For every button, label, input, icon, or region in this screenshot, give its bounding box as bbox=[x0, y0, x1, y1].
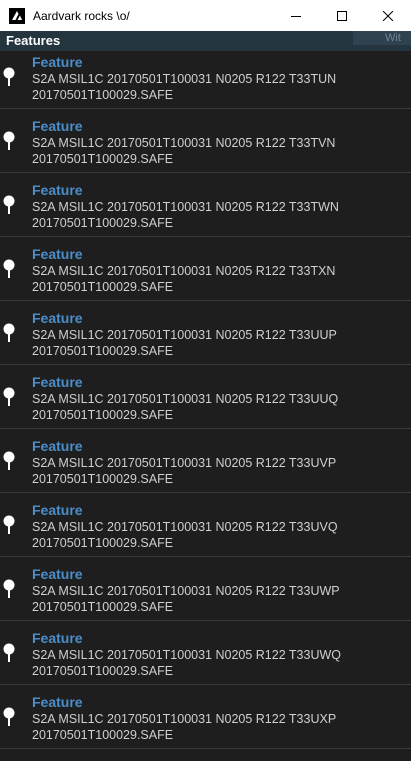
feature-description: S2A MSIL1C 20170501T100031 N0205 R122 T3… bbox=[32, 392, 339, 422]
feature-description: S2A MSIL1C 20170501T100031 N0205 R122 T3… bbox=[32, 520, 338, 550]
feature-description: S2A MSIL1C 20170501T100031 N0205 R122 T3… bbox=[32, 456, 336, 486]
window-title: Aardvark rocks \o/ bbox=[33, 8, 130, 23]
feature-list-item[interactable]: Feature S2A MSIL1C 20170501T100031 N0205… bbox=[0, 109, 411, 173]
map-pin-icon bbox=[3, 195, 15, 214]
minimize-icon bbox=[291, 15, 301, 17]
app-window: Aardvark rocks \o/ Features Wit Feature bbox=[0, 0, 411, 761]
feature-list-item[interactable]: Feature S2A MSIL1C 20170501T100031 N0205… bbox=[0, 301, 411, 365]
map-pin-icon bbox=[3, 579, 15, 598]
map-pin-icon bbox=[3, 515, 15, 534]
feature-description: S2A MSIL1C 20170501T100031 N0205 R122 T3… bbox=[32, 712, 336, 742]
map-pin-icon bbox=[3, 131, 15, 150]
feature-name[interactable]: Feature bbox=[32, 374, 407, 391]
map-pin-icon bbox=[3, 643, 15, 662]
feature-name[interactable]: Feature bbox=[32, 310, 407, 327]
feature-list-item[interactable]: Feature S2A MSIL1C 20170501T100031 N0205… bbox=[0, 51, 411, 109]
feature-name[interactable]: Feature bbox=[32, 630, 407, 647]
maximize-icon bbox=[337, 10, 347, 21]
feature-description: S2A MSIL1C 20170501T100031 N0205 R122 T3… bbox=[32, 136, 336, 166]
feature-name[interactable]: Feature bbox=[32, 118, 407, 135]
feature-list-item[interactable]: Feature S2A MSIL1C 20170501T100031 N0205… bbox=[0, 621, 411, 685]
map-pin-icon bbox=[3, 323, 15, 342]
maximize-button[interactable] bbox=[319, 0, 365, 31]
features-header: Features Wit bbox=[0, 31, 411, 51]
feature-list-item[interactable]: Feature S2A MSIL1C 20170501T100031 N0205… bbox=[0, 493, 411, 557]
feature-list-item[interactable]: Feature S2A MSIL1C 20170501T100031 N0205… bbox=[0, 365, 411, 429]
map-pin-icon bbox=[3, 707, 15, 726]
feature-description: S2A MSIL1C 20170501T100031 N0205 R122 T3… bbox=[32, 328, 337, 358]
close-icon bbox=[383, 10, 393, 21]
title-bar[interactable]: Aardvark rocks \o/ bbox=[0, 0, 411, 31]
ghost-tab[interactable]: Wit bbox=[353, 31, 411, 45]
minimize-button[interactable] bbox=[273, 0, 319, 31]
feature-list-item[interactable]: Feature S2A MSIL1C 20170501T100031 N0205… bbox=[0, 173, 411, 237]
feature-description: S2A MSIL1C 20170501T100031 N0205 R122 T3… bbox=[32, 264, 336, 294]
map-pin-icon bbox=[3, 387, 15, 406]
close-button[interactable] bbox=[365, 0, 411, 31]
feature-name[interactable]: Feature bbox=[32, 566, 407, 583]
feature-description: S2A MSIL1C 20170501T100031 N0205 R122 T3… bbox=[32, 584, 340, 614]
feature-list-item[interactable]: Feature S2A MSIL1C 20170501T100031 N0205… bbox=[0, 685, 411, 749]
feature-list-item[interactable]: Feature S2A MSIL1C 20170501T100031 N0205… bbox=[0, 429, 411, 493]
feature-name[interactable]: Feature bbox=[32, 502, 407, 519]
panel-title: Features bbox=[6, 33, 61, 48]
feature-description: S2A MSIL1C 20170501T100031 N0205 R122 T3… bbox=[32, 200, 339, 230]
feature-list[interactable]: Feature S2A MSIL1C 20170501T100031 N0205… bbox=[0, 51, 411, 761]
feature-name[interactable]: Feature bbox=[32, 54, 407, 71]
app-logo-icon bbox=[9, 7, 25, 24]
feature-list-item[interactable]: Feature S2A MSIL1C 20170501T100031 N0205… bbox=[0, 237, 411, 301]
map-pin-icon bbox=[3, 451, 15, 470]
map-pin-icon bbox=[3, 259, 15, 278]
feature-name[interactable]: Feature bbox=[32, 438, 407, 455]
feature-name[interactable]: Feature bbox=[32, 182, 407, 199]
feature-name[interactable]: Feature bbox=[32, 694, 407, 711]
map-pin-icon bbox=[3, 67, 15, 86]
feature-description: S2A MSIL1C 20170501T100031 N0205 R122 T3… bbox=[32, 72, 337, 102]
feature-name[interactable]: Feature bbox=[32, 246, 407, 263]
feature-description: S2A MSIL1C 20170501T100031 N0205 R122 T3… bbox=[32, 648, 341, 678]
feature-list-item[interactable]: Feature S2A MSIL1C 20170501T100031 N0205… bbox=[0, 557, 411, 621]
